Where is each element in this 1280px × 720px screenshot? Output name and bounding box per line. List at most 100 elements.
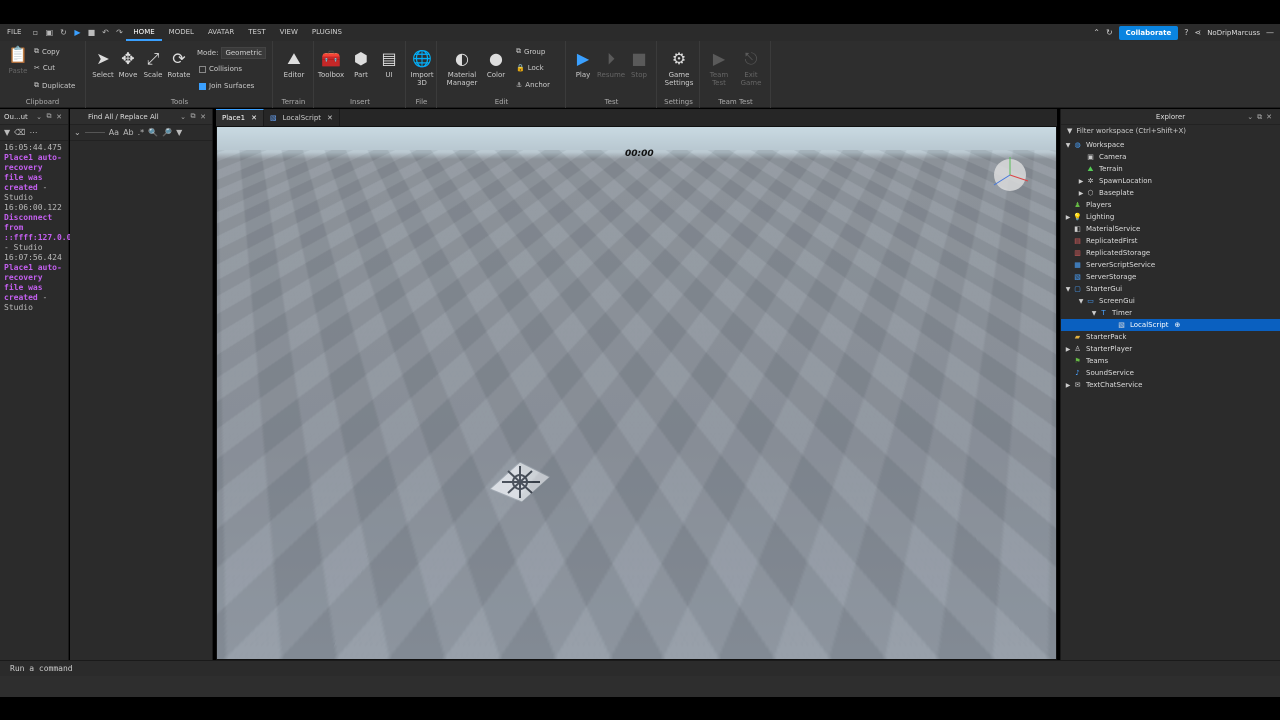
regex-icon[interactable]: .* [138,128,145,137]
tab-localscript[interactable]: ▧ LocalScript ✕ [264,109,340,126]
cut-button[interactable]: ✂ Cut [34,64,55,72]
join-surfaces-toggle[interactable]: Join Surfaces [199,82,254,90]
expand-arrow-icon[interactable]: ▶ [1076,178,1086,185]
tab-plugins[interactable]: PLUGINS [305,24,349,41]
spawn-location[interactable] [490,462,550,502]
copy-button[interactable]: ⧉ Copy [34,47,60,56]
search-icon[interactable]: 🔍 [148,128,158,137]
tree-item-timer[interactable]: ▼ T Timer [1061,307,1280,319]
toolbox-button[interactable]: 🧰 Toolbox [317,49,345,79]
share-icon[interactable]: ⋖ [1194,28,1201,37]
tab-view[interactable]: VIEW [273,24,305,41]
dropdown-icon[interactable]: ⌄ [1247,113,1257,121]
game-settings-button[interactable]: ⚙ Game Settings [664,49,694,87]
import-3d-button[interactable]: 🌐 Import 3D [408,49,436,87]
tree-item-serverstorage[interactable]: ▧ ServerStorage [1061,271,1280,283]
3d-viewport[interactable]: 00:00 [216,126,1057,660]
expand-arrow-icon[interactable]: ▶ [1076,190,1086,197]
command-bar[interactable]: Run a command [0,660,1280,676]
filter-icon[interactable]: ▼ [1067,127,1072,135]
anchor-button[interactable]: ⚓ Anchor [516,81,550,89]
collapse-icon[interactable]: ⌃ [1093,28,1100,37]
stop-button[interactable]: ■ Stop [625,49,653,79]
tree-item-serverscriptservice[interactable]: ▦ ServerScriptService [1061,259,1280,271]
expand-arrow-icon[interactable]: ▶ [1063,346,1073,353]
tab-test[interactable]: TEST [241,24,272,41]
popout-icon[interactable]: ⧉ [44,112,54,121]
team-test-button[interactable]: ▶ Team Test [705,49,733,87]
expand-arrow-icon[interactable]: ▶ [1063,214,1073,221]
expand-arrow-icon[interactable]: ▼ [1063,286,1073,293]
add-object-icon[interactable]: ⊕ [1174,321,1180,329]
redo-small-icon[interactable]: ↻ [56,28,70,37]
tree-item-workspace[interactable]: ▼ ◍ Workspace [1061,139,1280,151]
tree-item-replicatedfirst[interactable]: ▤ ReplicatedFirst [1061,235,1280,247]
filter-input[interactable]: Filter workspace (Ctrl+Shift+X) [1076,127,1186,135]
tree-item-teams[interactable]: ⚑ Teams [1061,355,1280,367]
play-small-icon[interactable]: ▶ [70,28,84,37]
collaborate-button[interactable]: Collaborate [1118,25,1179,40]
tab-avatar[interactable]: AVATAR [201,24,241,41]
new-file-icon[interactable]: ▫ [28,28,42,37]
tab-model[interactable]: MODEL [162,24,201,41]
dropdown-icon[interactable]: ⌄ [178,113,188,121]
color-button[interactable]: ● Color [482,49,510,79]
tree-item-camera[interactable]: ▣ Camera [1061,151,1280,163]
tree-item-terrain[interactable]: ⛰ Terrain [1061,163,1280,175]
duplicate-button[interactable]: ⧉ Duplicate [34,81,75,90]
help-icon[interactable]: ? [1184,28,1188,37]
paste-button[interactable]: 📋 Paste [4,45,32,75]
ui-button[interactable]: ▤ UI [375,49,403,79]
popout-icon[interactable]: ⧉ [1257,113,1266,121]
tab-place1[interactable]: Place1 ✕ [216,109,264,126]
expand-icon[interactable]: ⌄ [74,128,81,137]
rotate-tool[interactable]: ⟳ Rotate [165,49,193,79]
redo-icon[interactable]: ↷ [112,28,126,37]
mode-select[interactable]: Mode: Geometric [197,47,266,59]
whole-word-icon[interactable]: Ab [123,128,134,137]
tree-item-startergui[interactable]: ▼ ▢ StarterGui [1061,283,1280,295]
explorer-filter[interactable]: ▼ Filter workspace (Ctrl+Shift+X) [1061,125,1280,137]
expand-arrow-icon[interactable]: ▶ [1063,382,1073,389]
refresh-icon[interactable]: ↻ [1106,28,1113,37]
undo-icon[interactable]: ↶ [98,28,112,37]
collisions-checkbox[interactable] [199,65,206,73]
move-tool[interactable]: ✥ Move [114,49,142,79]
group-button[interactable]: ⧉ Group [516,47,545,56]
stop-small-icon[interactable]: ■ [84,28,98,37]
expand-arrow-icon[interactable]: ▼ [1089,310,1099,317]
tree-item-textchatservice[interactable]: ▶ ✉ TextChatService [1061,379,1280,391]
lock-button[interactable]: 🔒 Lock [516,64,544,72]
tree-item-spawnlocation[interactable]: ▶ ✲ SpawnLocation [1061,175,1280,187]
expand-arrow-icon[interactable]: ▼ [1076,298,1086,305]
tree-item-soundservice[interactable]: ♪ SoundService [1061,367,1280,379]
part-button[interactable]: ⬢ Part [347,49,375,79]
command-input[interactable]: Run a command [10,664,73,673]
window-minimize-icon[interactable]: — [1266,28,1274,37]
close-icon[interactable]: ✕ [1266,113,1276,121]
join-surfaces-checkbox[interactable] [199,82,206,90]
match-case-icon[interactable]: Aa [109,128,119,137]
tab-home[interactable]: HOME [126,24,162,41]
more-icon[interactable]: ⋯ [29,128,37,137]
resume-button[interactable]: ⏵ Resume [597,49,625,79]
close-icon[interactable]: ✕ [251,114,257,122]
play-button[interactable]: ▶ Play [569,49,597,79]
dropdown-icon[interactable]: ⌄ [34,113,44,121]
view-cube-gizmo[interactable] [988,151,1032,195]
close-icon[interactable]: ✕ [327,114,333,122]
tree-item-starterpack[interactable]: ▰ StarterPack [1061,331,1280,343]
popout-icon[interactable]: ⧉ [188,112,198,121]
material-manager-button[interactable]: ◐ Material Manager [446,49,478,87]
tree-item-localscript[interactable]: ▧ LocalScript ⊕ [1061,319,1280,331]
close-icon[interactable]: ✕ [54,113,64,121]
user-name[interactable]: NoDripMarcuss [1207,29,1260,37]
tree-item-materialservice[interactable]: ◧ MaterialService [1061,223,1280,235]
exit-game-button[interactable]: ⎋ Exit Game [737,49,765,87]
tree-item-replicatedstorage[interactable]: ▥ ReplicatedStorage [1061,247,1280,259]
tree-item-screengui[interactable]: ▼ ▭ ScreenGui [1061,295,1280,307]
menu-file[interactable]: FILE [0,24,28,41]
replace-search-icon[interactable]: 🔎 [162,128,172,137]
scale-tool[interactable]: ⤢ Scale [139,49,167,79]
tree-item-baseplate[interactable]: ▶ ⬡ Baseplate [1061,187,1280,199]
